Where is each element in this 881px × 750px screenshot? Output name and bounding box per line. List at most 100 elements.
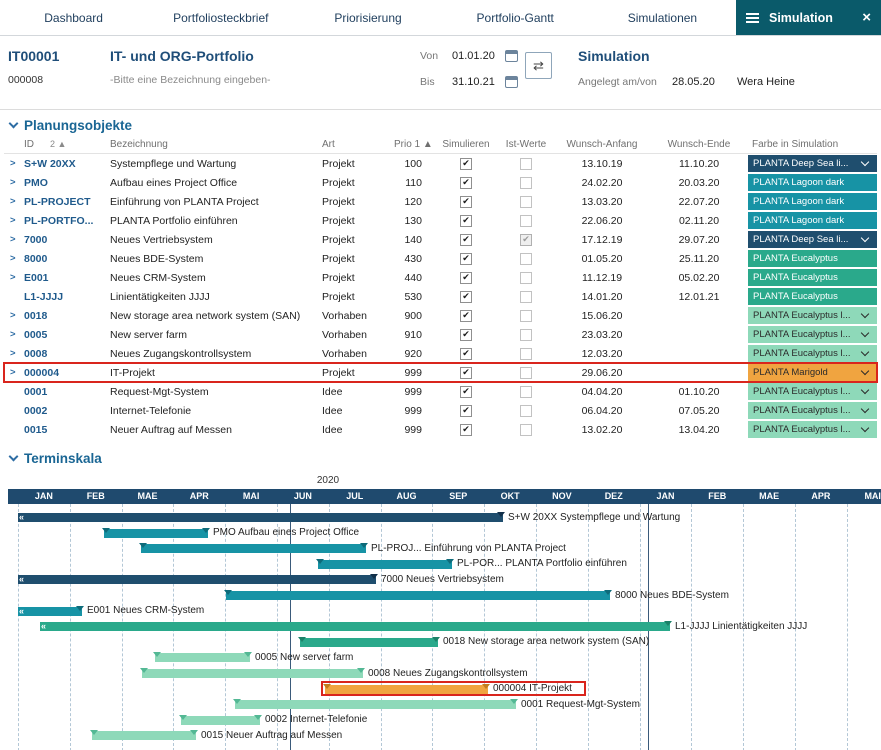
color-dropdown[interactable]: PLANTA Eucalyptus xyxy=(748,288,877,305)
ist-werte-checkbox[interactable] xyxy=(520,177,532,189)
row-expander-icon[interactable]: > xyxy=(4,367,20,378)
ist-werte-checkbox[interactable] xyxy=(520,424,532,436)
row-id[interactable]: 000004 xyxy=(20,367,106,379)
row-id[interactable]: PMO xyxy=(20,177,106,189)
gantt-bar-pmo[interactable] xyxy=(104,529,208,538)
color-dropdown[interactable]: PLANTA Eucalyptus l... xyxy=(748,307,877,324)
simulieren-checkbox[interactable]: ✔ xyxy=(460,424,472,436)
col-wunsch-ende[interactable]: Wunsch-Ende xyxy=(650,139,748,150)
ist-werte-checkbox[interactable] xyxy=(520,348,532,360)
color-dropdown[interactable]: PLANTA Lagoon dark xyxy=(748,212,877,229)
gantt-bar-0001[interactable] xyxy=(235,700,516,709)
color-dropdown[interactable]: PLANTA Lagoon dark xyxy=(748,174,877,191)
row-expander-icon[interactable]: > xyxy=(4,158,20,169)
ist-werte-checkbox[interactable] xyxy=(520,196,532,208)
gantt-bar-7000[interactable]: « xyxy=(18,575,376,584)
color-dropdown[interactable]: PLANTA Eucalyptus l... xyxy=(748,383,877,400)
color-dropdown[interactable]: PLANTA Eucalyptus l... xyxy=(748,421,877,438)
gantt-bar-0008[interactable] xyxy=(142,669,363,678)
ist-werte-checkbox[interactable] xyxy=(520,215,532,227)
simulieren-checkbox[interactable]: ✔ xyxy=(460,386,472,398)
table-row-0002[interactable]: 0002Internet-TelefonieIdee999✔06.04.2007… xyxy=(4,401,877,420)
col-farbe[interactable]: Farbe in Simulation xyxy=(748,139,877,150)
nav-tab-portfolio-gantt[interactable]: Portfolio-Gantt xyxy=(442,0,589,35)
col-prio[interactable]: Prio 1 ▲ xyxy=(390,139,434,150)
gantt-bar-000004[interactable] xyxy=(325,685,488,694)
ist-werte-checkbox[interactable] xyxy=(520,272,532,284)
table-row-0015[interactable]: 0015Neuer Auftrag auf MessenIdee999✔13.0… xyxy=(4,420,877,439)
table-row-7000[interactable]: >7000Neues VertriebsystemProjekt140✔✔17.… xyxy=(4,230,877,249)
color-dropdown[interactable]: PLANTA Eucalyptus l... xyxy=(748,326,877,343)
color-dropdown[interactable]: PLANTA Eucalyptus xyxy=(748,269,877,286)
ist-werte-checkbox[interactable] xyxy=(520,291,532,303)
table-row-0005[interactable]: >0005New server farmVorhaben910✔23.03.20… xyxy=(4,325,877,344)
gantt-bar-0005[interactable] xyxy=(155,653,250,662)
color-dropdown[interactable]: PLANTA Deep Sea li... xyxy=(748,231,877,248)
col-bezeichnung[interactable]: Bezeichnung xyxy=(106,139,318,150)
nav-tab-simulationen[interactable]: Simulationen xyxy=(589,0,736,35)
row-id[interactable]: PL-PROJECT xyxy=(20,196,106,208)
simulieren-checkbox[interactable]: ✔ xyxy=(460,348,472,360)
gantt-bar-0018[interactable] xyxy=(300,638,438,647)
calendar-icon[interactable] xyxy=(505,50,518,62)
calendar-icon[interactable] xyxy=(505,76,518,88)
row-expander-icon[interactable]: > xyxy=(4,310,20,321)
row-id[interactable]: L1-JJJJ xyxy=(20,291,106,303)
gantt-bar-e001[interactable]: « xyxy=(18,607,82,616)
row-id[interactable]: 0002 xyxy=(20,405,106,417)
chevron-down-icon[interactable] xyxy=(9,118,19,128)
simulieren-checkbox[interactable]: ✔ xyxy=(460,158,472,170)
table-row-8000[interactable]: >8000Neues BDE-SystemProjekt430✔01.05.20… xyxy=(4,249,877,268)
gantt-bar-0002[interactable] xyxy=(181,716,260,725)
row-expander-icon[interactable]: > xyxy=(4,215,20,226)
row-id[interactable]: 0005 xyxy=(20,329,106,341)
row-expander-icon[interactable]: > xyxy=(4,253,20,264)
table-row-l1-jjjj[interactable]: L1-JJJJLinientätigkeiten JJJJProjekt530✔… xyxy=(4,287,877,306)
col-ist-werte[interactable]: Ist-Werte xyxy=(498,139,554,150)
von-date-field[interactable]: 01.01.20 xyxy=(452,50,495,62)
color-dropdown[interactable]: PLANTA Eucalyptus l... xyxy=(748,402,877,419)
color-dropdown[interactable]: PLANTA Marigold xyxy=(748,364,877,381)
row-expander-icon[interactable]: > xyxy=(4,348,20,359)
color-dropdown[interactable]: PLANTA Lagoon dark xyxy=(748,193,877,210)
portfolio-subtitle[interactable]: -Bitte eine Bezeichnung eingeben- xyxy=(110,74,271,86)
gantt-bar-pl-proj[interactable] xyxy=(141,544,366,553)
ist-werte-checkbox[interactable]: ✔ xyxy=(520,234,532,246)
ist-werte-checkbox[interactable] xyxy=(520,386,532,398)
color-dropdown[interactable]: PLANTA Eucalyptus l... xyxy=(748,345,877,362)
color-dropdown[interactable]: PLANTA Deep Sea li... xyxy=(748,155,877,172)
simulieren-checkbox[interactable]: ✔ xyxy=(460,253,472,265)
terminskala-section-header[interactable]: Terminskala xyxy=(0,443,881,469)
row-id[interactable]: 0015 xyxy=(20,424,106,436)
row-expander-icon[interactable]: > xyxy=(4,234,20,245)
gantt-bar-8000[interactable] xyxy=(226,591,610,600)
row-id[interactable]: PL-PORTFO... xyxy=(20,215,106,227)
table-row-pl-project[interactable]: >PL-PROJECTEinführung von PLANTA Project… xyxy=(4,192,877,211)
table-row-000004[interactable]: >000004IT-ProjektProjekt999✔29.06.20PLAN… xyxy=(4,363,877,382)
simulieren-checkbox[interactable]: ✔ xyxy=(460,310,472,322)
simulieren-checkbox[interactable]: ✔ xyxy=(460,367,472,379)
row-id[interactable]: 0001 xyxy=(20,386,106,398)
hamburger-icon[interactable] xyxy=(746,17,759,19)
gantt-bar-s-w[interactable]: « xyxy=(18,513,503,522)
ist-werte-checkbox[interactable] xyxy=(520,158,532,170)
col-wunsch-anfang[interactable]: Wunsch-Anfang xyxy=(554,139,650,150)
table-row-0008[interactable]: >0008Neues ZugangskontrollsystemVorhaben… xyxy=(4,344,877,363)
table-row-s-w-20xx[interactable]: >S+W 20XXSystempflege und WartungProjekt… xyxy=(4,154,877,173)
refresh-dates-button[interactable]: ⇄ xyxy=(525,52,552,79)
simulieren-checkbox[interactable]: ✔ xyxy=(460,177,472,189)
planungsobjekte-section-header[interactable]: Planungsobjekte xyxy=(0,110,881,136)
row-id[interactable]: 0008 xyxy=(20,348,106,360)
simulieren-checkbox[interactable]: ✔ xyxy=(460,196,472,208)
simulieren-checkbox[interactable]: ✔ xyxy=(460,272,472,284)
row-id[interactable]: 7000 xyxy=(20,234,106,246)
row-expander-icon[interactable]: > xyxy=(4,177,20,188)
gantt-bar-l1-jjjj[interactable]: « xyxy=(40,622,670,631)
row-expander-icon[interactable]: > xyxy=(4,272,20,283)
row-expander-icon[interactable]: > xyxy=(4,196,20,207)
row-id[interactable]: 0018 xyxy=(20,310,106,322)
nav-tab-dashboard[interactable]: Dashboard xyxy=(0,0,147,35)
active-tab-simulation[interactable]: Simulation × xyxy=(736,0,881,35)
row-id[interactable]: 8000 xyxy=(20,253,106,265)
color-dropdown[interactable]: PLANTA Eucalyptus xyxy=(748,250,877,267)
